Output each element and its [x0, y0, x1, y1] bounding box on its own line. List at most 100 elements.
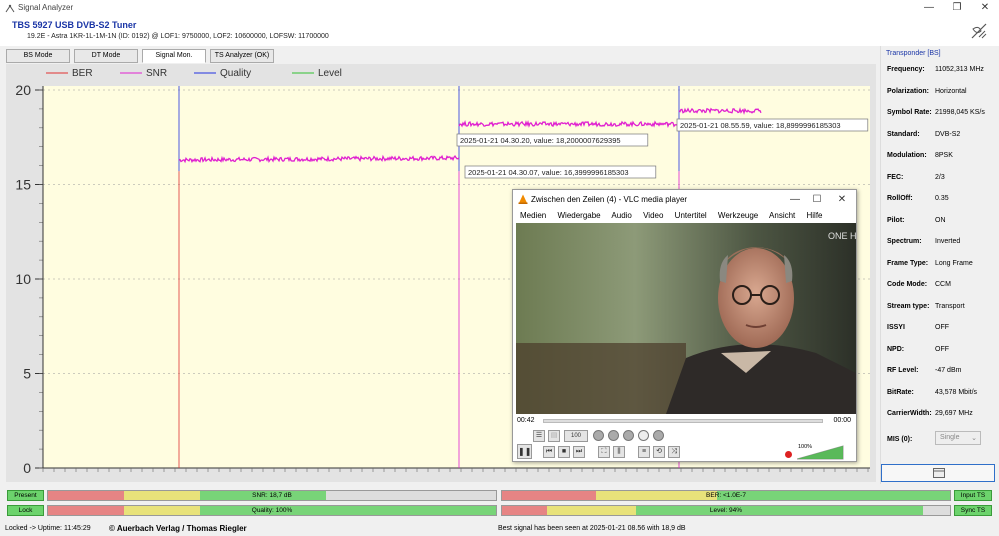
transponder-key: Symbol Rate: [887, 109, 932, 116]
tab-ts-analyzer[interactable]: TS Analyzer (OK) [210, 49, 274, 63]
legend-label: BER [72, 68, 93, 79]
transponder-value: Transport [935, 302, 965, 310]
playlist-toggle-icon[interactable]: ≡ [638, 446, 650, 458]
equalizer-icon[interactable]: ⫼ [613, 446, 625, 458]
transponder-value: Horizontal [935, 87, 967, 95]
vlc-seek-bar[interactable] [543, 419, 823, 423]
menu-medien[interactable]: Medien [520, 211, 546, 220]
vlc-menu-bar: Medien Wiedergabe Audio Video Untertitel… [520, 211, 832, 220]
transponder-key: FEC: [887, 173, 904, 181]
menu-hilfe[interactable]: Hilfe [807, 211, 823, 220]
mis-select[interactable]: Single ⌄ [935, 431, 981, 445]
level-meter: Level: 94% [501, 505, 951, 516]
legend-label: Quality [220, 68, 251, 79]
snapshot-icon[interactable] [608, 430, 619, 441]
maximize-button[interactable]: ❐ [943, 1, 971, 15]
vlc-time-total: 00:00 [833, 417, 851, 424]
present-indicator: Present [7, 490, 44, 501]
level-label: Level: 94% [709, 507, 743, 514]
menu-video[interactable]: Video [643, 211, 663, 220]
repeat-icon[interactable]: ⟲ [653, 446, 665, 458]
volume-value: 100% [798, 444, 813, 450]
vlc-close-button[interactable]: ✕ [828, 193, 856, 207]
transponder-value: CCM [935, 281, 951, 288]
record-icon[interactable] [593, 430, 604, 441]
frame-icon[interactable]: ▤ [548, 430, 560, 442]
menu-ansicht[interactable]: Ansicht [769, 211, 795, 220]
vlc-cone-icon [518, 194, 528, 204]
tooltip-text: 2025-01-21 08.55.59, value: 18,899999618… [680, 121, 841, 130]
device-name: TBS 5927 USB DVB-S2 Tuner [12, 20, 137, 30]
y-tick-label: 5 [23, 366, 31, 382]
input-ts-indicator: Input TS [954, 490, 992, 501]
menu-audio[interactable]: Audio [611, 211, 631, 220]
mute-icon[interactable] [785, 451, 792, 458]
transponder-key: Frequency: [887, 66, 925, 73]
device-subtitle: 19.2E - Astra 1KR-1L-1M-1N (ID: 0192) @ … [27, 33, 329, 40]
video-frame[interactable]: ONE HD [516, 223, 856, 414]
y-tick-label: 10 [15, 271, 31, 287]
transponder-value: 29,697 MHz [935, 410, 973, 417]
legend-label: Level [318, 68, 342, 79]
frame-step-icon[interactable] [638, 430, 649, 441]
mis-label: MIS (0): [887, 436, 913, 443]
vlc-time-elapsed: 00:42 [517, 417, 535, 424]
transponder-key: Frame Type: [887, 259, 929, 267]
transponder-key: Stream type: [887, 302, 930, 310]
quality-meter: Quality: 100% [47, 505, 497, 516]
transponder-value: OFF [935, 324, 949, 331]
status-footer: Locked -> Uptime: 11:45:29 © Auerbach Ve… [0, 522, 999, 536]
tooltip-text: 2025-01-21 04.30.07, value: 16,399999618… [468, 168, 629, 177]
ber-meter: BER: <1.0E-7 [501, 490, 951, 501]
minimize-button[interactable]: — [915, 1, 943, 15]
playlist-icon[interactable]: ☰ [533, 430, 545, 442]
y-tick-label: 15 [15, 177, 31, 193]
transponder-key: BitRate: [887, 388, 914, 396]
transponder-value: ON [935, 216, 946, 224]
window-icon [933, 468, 945, 478]
chevron-down-icon: ⌄ [971, 435, 977, 442]
lock-indicator: Lock [7, 505, 44, 516]
vlc-maximize-button[interactable]: ☐ [803, 193, 831, 207]
loop-ab-icon[interactable] [623, 430, 634, 441]
transponder-value: Long Frame [935, 259, 973, 267]
transponder-key: RollOff: [887, 195, 913, 202]
tab-dt-mode[interactable]: DT Mode [74, 49, 138, 63]
shuffle-icon[interactable]: ⤨ [668, 446, 680, 458]
transponder-value: 0.35 [935, 195, 949, 202]
vlc-window[interactable]: Zwischen den Zeilen (4) - VLC media play… [512, 189, 857, 462]
tab-bs-mode[interactable]: BS Mode [6, 49, 70, 63]
vlc-title: Zwischen den Zeilen (4) - VLC media play… [531, 195, 688, 204]
mis-value: Single [940, 434, 960, 441]
transponder-value: Inverted [935, 238, 961, 245]
previous-icon[interactable]: ⏮ [543, 446, 555, 458]
random-circle-icon[interactable] [653, 430, 664, 441]
close-button[interactable]: ✕ [971, 1, 999, 15]
transponder-key: CarrierWidth: [887, 410, 932, 417]
menu-werkzeuge[interactable]: Werkzeuge [718, 211, 758, 220]
transponder-key: Pilot: [887, 216, 905, 224]
tab-signal-mon[interactable]: Signal Mon. [142, 49, 206, 63]
best-signal-text: Best signal has been seen at 2025-01-21 … [498, 525, 686, 532]
speed-spinner[interactable]: 100 [564, 430, 588, 442]
panel-action-button[interactable] [881, 464, 995, 482]
window-title: Signal Analyzer [18, 3, 74, 12]
copyright-text: © Auerbach Verlag / Thomas Riegler [109, 524, 247, 533]
transponder-title: Transponder [BS] [886, 50, 941, 57]
transponder-value: DVB-S2 [935, 130, 961, 138]
menu-wiedergabe[interactable]: Wiedergabe [557, 211, 600, 220]
transponder-value: OFF [935, 345, 949, 353]
menu-untertitel[interactable]: Untertitel [675, 211, 707, 220]
app-icon [5, 4, 15, 13]
uptime-text: Locked -> Uptime: 11:45:29 [5, 525, 91, 532]
ber-label: BER: <1.0E-7 [706, 492, 746, 499]
transponder-key: RF Level: [887, 367, 919, 374]
transponder-value: 11052,313 MHz [935, 66, 984, 73]
transponder-key: NPD: [887, 345, 905, 353]
transponder-key: ISSYI [887, 324, 905, 331]
transponder-value: 43,578 Mbit/s [935, 388, 978, 396]
next-icon[interactable]: ⏭ [573, 446, 585, 458]
stop-icon[interactable]: ■ [558, 446, 570, 458]
fullscreen-icon[interactable]: ⛶ [598, 446, 610, 458]
pause-icon[interactable]: ❚❚ [517, 444, 532, 459]
